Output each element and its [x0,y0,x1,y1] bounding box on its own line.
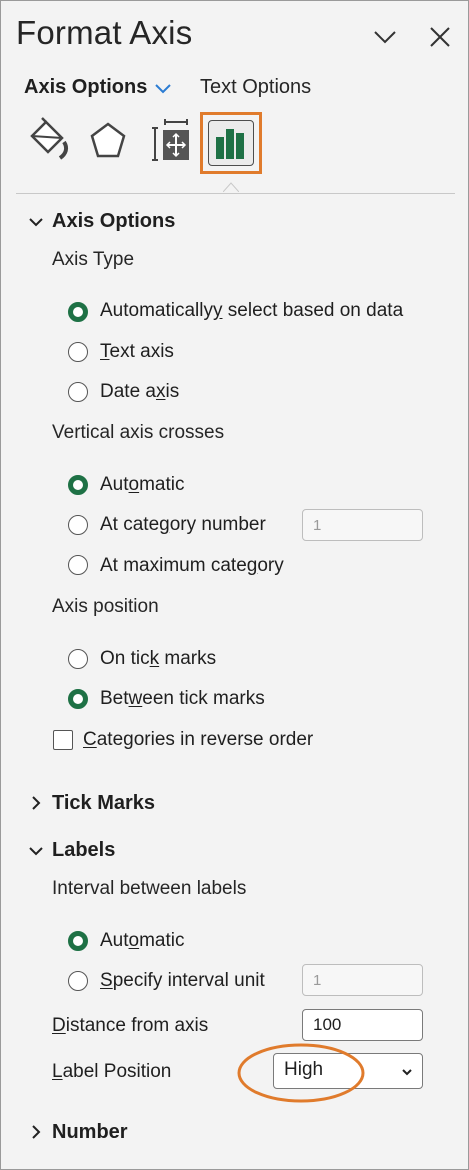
chevron-down-icon [402,1069,412,1076]
chevron-right-icon[interactable] [28,795,44,811]
section-number-heading[interactable]: Number [52,1121,128,1144]
axis-type-label: Axis Type [52,249,135,270]
pane-title: Format Axis [16,14,193,51]
radio-specify-interval[interactable] [68,971,88,991]
option-auto-select[interactable]: Automaticallyy select based on data [100,300,403,322]
fill-line-icon[interactable] [22,114,80,172]
distance-from-axis-input[interactable]: 100 [302,1009,423,1041]
highlight-ellipse [237,1043,365,1103]
effects-icon[interactable] [82,114,140,172]
label-position-label: Label Position [52,1061,172,1082]
option-crosses-maximum-category[interactable]: At maximum category [100,555,284,577]
selection-pointer-icon [223,182,239,192]
option-interval-automatic[interactable]: Automatic [100,930,185,952]
axis-position-label: Axis position [52,596,159,617]
interval-between-labels-label: Interval between labels [52,878,247,899]
option-reverse-order[interactable]: Categories in reverse order [83,729,313,751]
section-labels-heading[interactable]: Labels [52,839,115,862]
radio-on-tick-marks[interactable] [68,649,88,669]
chevron-down-icon[interactable] [370,22,400,52]
option-crosses-category-number[interactable]: At category number [100,514,266,536]
option-specify-interval[interactable]: Specify interval unit [100,970,265,992]
chevron-down-icon[interactable] [28,843,44,859]
tab-chevron-down-icon[interactable] [153,78,173,98]
radio-crosses-maximum-category[interactable] [68,555,88,575]
bar-chart-icon [216,129,244,159]
option-crosses-automatic[interactable]: Automatic [100,474,185,496]
option-text-axis[interactable]: Text axis [100,341,174,363]
vertical-axis-crosses-label: Vertical axis crosses [52,422,225,443]
tab-divider [16,193,455,194]
radio-auto-select[interactable] [68,302,88,322]
radio-date-axis[interactable] [68,382,88,402]
section-axis-options-heading[interactable]: Axis Options [52,210,175,233]
axis-options-icon-frame [208,120,254,166]
radio-crosses-automatic[interactable] [68,475,88,495]
option-between-tick-marks[interactable]: Between tick marks [100,688,265,710]
option-on-tick-marks[interactable]: On tick marks [100,648,216,670]
category-number-input[interactable]: 1 [302,509,423,541]
axis-options-icon-button[interactable] [200,112,262,174]
interval-unit-input[interactable]: 1 [302,964,423,996]
size-properties-icon[interactable] [145,114,203,172]
tab-axis-options[interactable]: Axis Options [24,76,147,99]
radio-crosses-category-number[interactable] [68,515,88,535]
tab-text-options[interactable]: Text Options [200,76,311,99]
distance-from-axis-label: Distance from axis [52,1015,209,1036]
option-date-axis[interactable]: Date axis [100,381,179,403]
radio-text-axis[interactable] [68,342,88,362]
chevron-right-icon[interactable] [28,1124,44,1140]
radio-between-tick-marks[interactable] [68,689,88,709]
checkbox-reverse-order[interactable] [53,730,73,750]
radio-interval-automatic[interactable] [68,931,88,951]
close-icon[interactable] [425,22,455,52]
chevron-down-icon[interactable] [28,214,44,230]
section-tick-marks-heading[interactable]: Tick Marks [52,792,155,815]
